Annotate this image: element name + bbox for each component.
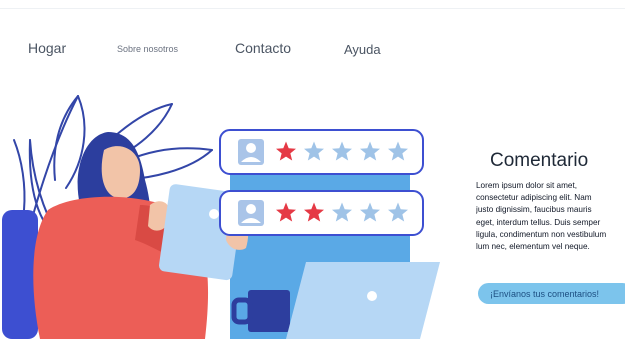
nav-link-help[interactable]: Ayuda xyxy=(344,42,381,57)
nav-link-contact[interactable]: Contacto xyxy=(235,40,291,56)
woman-face xyxy=(101,146,140,199)
chair xyxy=(2,210,38,339)
feedback-illustration xyxy=(2,95,440,339)
review-card-2 xyxy=(219,190,424,236)
nav-link-home[interactable]: Hogar xyxy=(28,40,66,56)
laptop-icon xyxy=(286,262,440,339)
send-feedback-button[interactable]: ¡Envíanos tus comentarios! xyxy=(478,283,625,304)
review-card-1 xyxy=(219,129,424,175)
main-nav: Hogar Sobre nosotros Contacto Ayuda xyxy=(0,0,625,80)
panel-body-text: Lorem ipsum dolor sit amet, consectetur … xyxy=(476,181,607,252)
panel-title: Comentario xyxy=(490,150,589,171)
feedback-panel: Comentario Lorem ipsum dolor sit amet, c… xyxy=(476,150,625,304)
nav-link-about[interactable]: Sobre nosotros xyxy=(117,44,178,54)
